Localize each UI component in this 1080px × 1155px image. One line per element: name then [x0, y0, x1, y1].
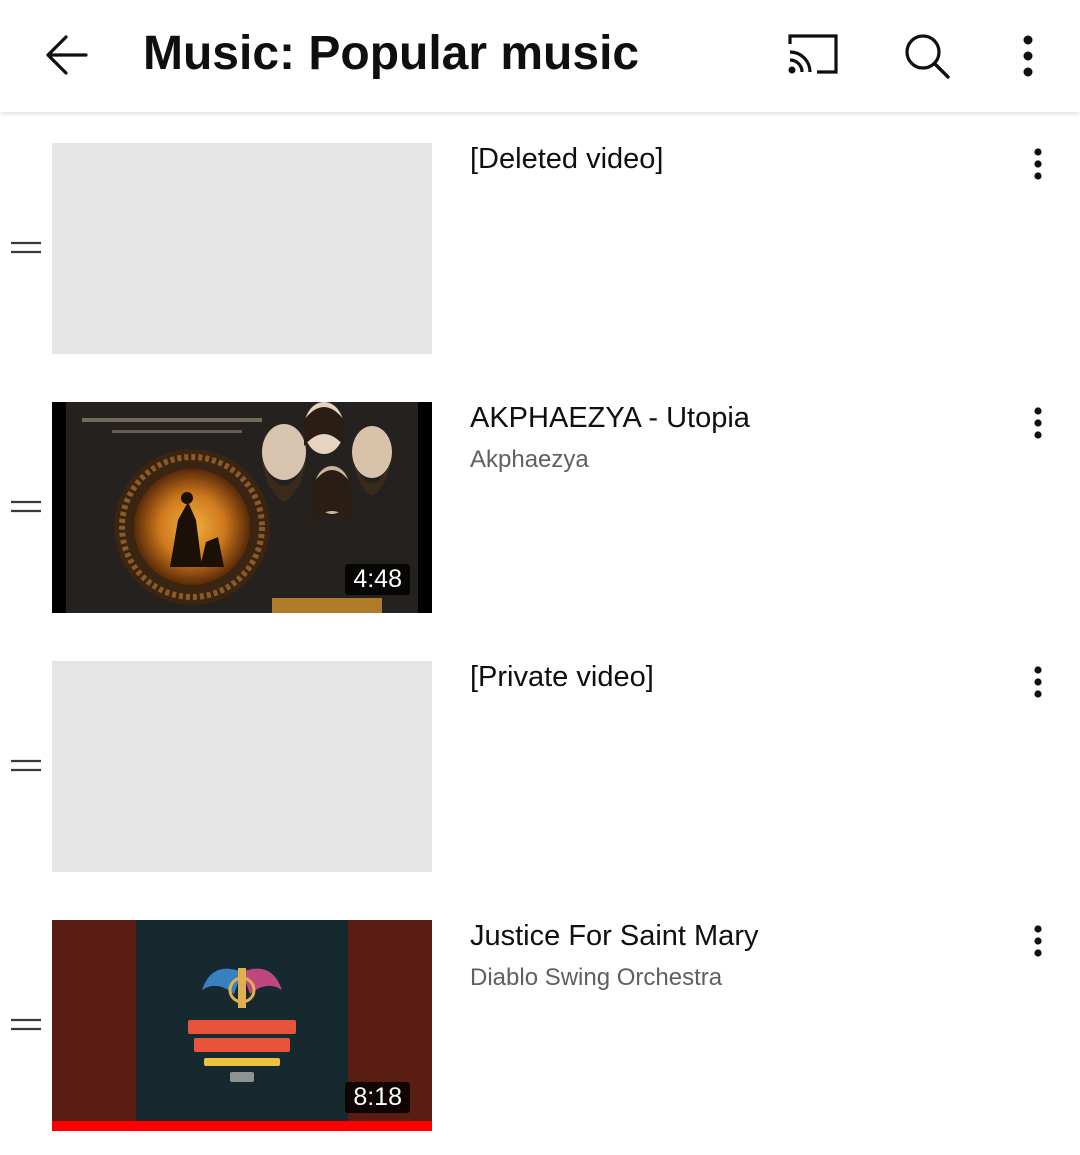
- search-button[interactable]: [895, 24, 959, 88]
- video-duration-badge: 8:18: [345, 1082, 410, 1113]
- video-title[interactable]: AKPHAEZYA - Utopia: [470, 402, 750, 435]
- video-duration-badge: 4:48: [345, 564, 410, 595]
- playlist-item[interactable]: 8:18 Justice For Saint Mary Diablo Swing…: [0, 889, 1080, 1148]
- video-channel: Diablo Swing Orchestra: [470, 964, 723, 991]
- arrow-back-icon: [46, 35, 88, 75]
- video-title[interactable]: Justice For Saint Mary: [470, 920, 758, 953]
- more-vert-icon: [1034, 407, 1042, 439]
- more-vert-icon: [1023, 35, 1033, 77]
- cast-button[interactable]: [780, 24, 844, 88]
- drag-handle-icon: [11, 759, 41, 772]
- drag-handle[interactable]: [8, 236, 44, 260]
- more-vert-icon: [1034, 666, 1042, 698]
- drag-handle[interactable]: [8, 754, 44, 778]
- item-more-button[interactable]: [1014, 140, 1062, 188]
- playlist-item[interactable]: [Deleted video]: [0, 112, 1080, 371]
- playlist-item[interactable]: [Private video]: [0, 630, 1080, 889]
- top-app-bar: Music: Popular music: [0, 0, 1080, 112]
- video-thumbnail-placeholder[interactable]: [52, 661, 432, 872]
- drag-handle-icon: [11, 241, 41, 254]
- search-icon: [905, 34, 950, 79]
- more-options-button[interactable]: [996, 24, 1060, 88]
- more-vert-icon: [1034, 148, 1042, 180]
- drag-handle-icon: [11, 1018, 41, 1031]
- drag-handle[interactable]: [8, 1013, 44, 1037]
- video-thumbnail[interactable]: 4:48: [52, 402, 432, 613]
- item-more-button[interactable]: [1014, 658, 1062, 706]
- cast-icon: [788, 34, 838, 74]
- drag-handle[interactable]: [8, 495, 44, 519]
- more-vert-icon: [1034, 925, 1042, 957]
- video-thumbnail[interactable]: 8:18: [52, 920, 432, 1131]
- video-thumbnail-placeholder[interactable]: [52, 143, 432, 354]
- item-more-button[interactable]: [1014, 399, 1062, 447]
- video-title[interactable]: [Deleted video]: [470, 143, 663, 176]
- page-title: Music: Popular music: [143, 27, 640, 80]
- watch-progress-bar: [52, 1121, 432, 1131]
- video-channel: Akphaezya: [470, 446, 589, 473]
- video-title[interactable]: [Private video]: [470, 661, 654, 694]
- drag-handle-icon: [11, 500, 41, 513]
- playlist-item[interactable]: 4:48 AKPHAEZYA - Utopia Akphaezya: [0, 371, 1080, 630]
- back-button[interactable]: [36, 24, 100, 88]
- item-more-button[interactable]: [1014, 917, 1062, 965]
